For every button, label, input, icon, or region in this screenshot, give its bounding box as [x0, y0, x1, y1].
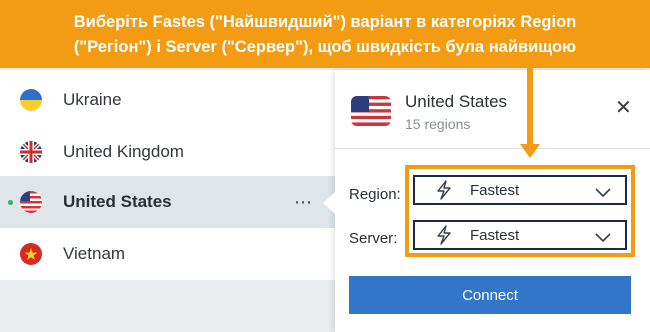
server-value: Fastest: [470, 227, 520, 244]
server-label: Server:: [349, 230, 398, 247]
chevron-down-icon: [595, 185, 611, 203]
server-select[interactable]: Fastest: [413, 220, 627, 250]
country-item-united-kingdom[interactable]: United Kingdom: [0, 126, 338, 178]
lightning-icon: [435, 225, 453, 250]
lightning-icon: [435, 180, 453, 205]
region-select[interactable]: Fastest: [413, 175, 627, 205]
divider: [335, 148, 650, 149]
annotation-banner: Виберіть Fastes ("Найшвидший") варіант в…: [0, 0, 650, 68]
vietnam-flag-icon: [20, 243, 42, 265]
uk-flag-icon: [20, 141, 42, 163]
country-name: United Kingdom: [63, 142, 184, 161]
country-item-vietnam[interactable]: Vietnam: [0, 228, 338, 280]
panel-pointer: [323, 192, 335, 214]
ukraine-flag-icon: [20, 89, 42, 111]
panel-subtitle: 15 regions: [405, 116, 471, 132]
country-list: Ukraine United Kingdom United States ⋯ V…: [0, 70, 360, 280]
annotation-line-1: Виберіть Fastes ("Найшвидший") варіант в…: [73, 13, 577, 31]
connect-button[interactable]: Connect: [349, 276, 631, 314]
country-item-united-states[interactable]: United States ⋯: [0, 176, 338, 228]
country-name: United States: [63, 192, 172, 211]
country-name: Vietnam: [63, 244, 126, 263]
country-item-ukraine[interactable]: Ukraine: [0, 74, 338, 126]
annotation-arrow: [527, 66, 533, 146]
chevron-down-icon: [595, 230, 611, 248]
more-options-button[interactable]: ⋯: [294, 192, 313, 213]
annotation-arrow-head: [520, 144, 540, 158]
server-panel: United States 15 regions ✕ Region: Faste…: [335, 70, 650, 332]
region-value: Fastest: [470, 182, 520, 199]
us-flag-icon: [351, 96, 391, 126]
us-flag-icon: [20, 191, 42, 213]
country-name: Ukraine: [63, 90, 122, 109]
annotation-line-2: ("Регіон") і Server ("Сервер"), щоб швид…: [73, 38, 577, 56]
panel-title: United States: [405, 92, 508, 111]
region-label: Region:: [349, 186, 401, 203]
close-icon[interactable]: ✕: [615, 98, 632, 118]
connected-dot-icon: [8, 199, 13, 205]
